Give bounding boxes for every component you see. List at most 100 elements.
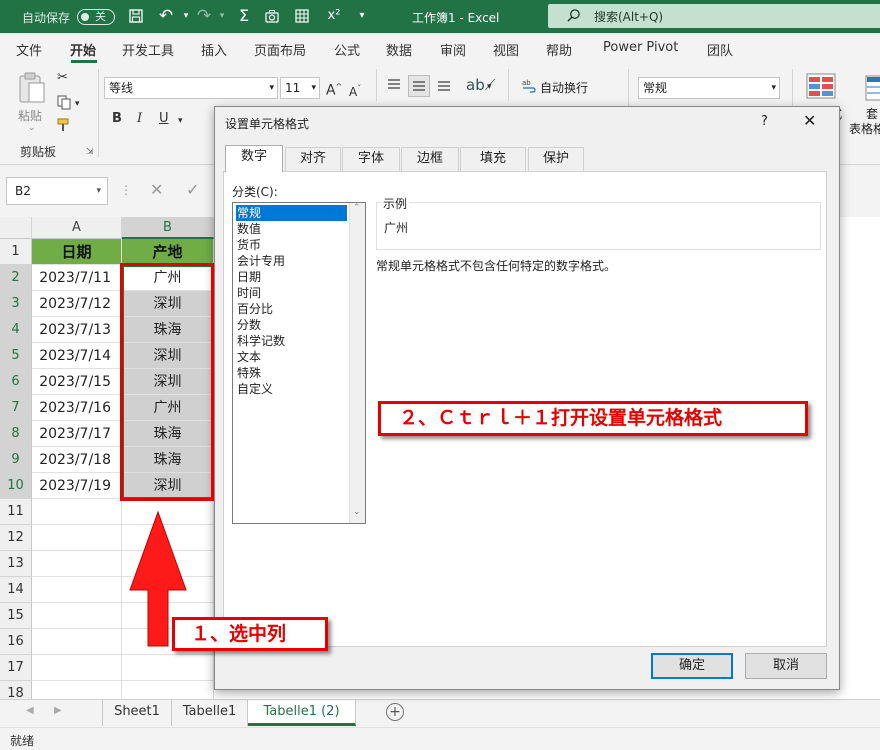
date-cell[interactable]: 2023/7/13 bbox=[32, 317, 122, 343]
orientation-dropdown-icon[interactable]: ▾ bbox=[487, 78, 492, 96]
category-scrollbar[interactable]: ⌃ ⌄ bbox=[349, 203, 365, 523]
tab-border[interactable]: 边框 bbox=[401, 147, 459, 171]
date-cell[interactable]: 2023/7/18 bbox=[32, 447, 122, 473]
category-item[interactable]: 科学记数 bbox=[236, 333, 285, 349]
add-sheet-icon[interactable]: + bbox=[386, 703, 404, 721]
row-header[interactable]: 16 bbox=[0, 629, 32, 655]
empty-cell[interactable] bbox=[32, 551, 122, 577]
underline-button[interactable]: U bbox=[159, 110, 169, 128]
empty-cell[interactable] bbox=[32, 629, 122, 655]
row-header[interactable]: 1 bbox=[0, 239, 32, 265]
row-header[interactable]: 17 bbox=[0, 655, 32, 681]
close-icon[interactable]: ✕ bbox=[803, 111, 816, 130]
help-button[interactable]: ? bbox=[761, 114, 768, 129]
category-item[interactable]: 特殊 bbox=[236, 365, 261, 381]
undo-icon[interactable]: ↶ bbox=[158, 8, 174, 25]
header-cell-date[interactable]: 日期 bbox=[32, 239, 122, 265]
menu-home[interactable]: 开始 bbox=[70, 40, 96, 59]
row-header[interactable]: 5 bbox=[0, 343, 32, 369]
ok-button[interactable]: 确定 bbox=[651, 653, 733, 679]
row-header[interactable]: 10 bbox=[0, 473, 32, 499]
autosave-toggle[interactable]: 关 bbox=[77, 9, 115, 25]
menu-view[interactable]: 视图 bbox=[493, 40, 519, 59]
tab-protection[interactable]: 保护 bbox=[528, 147, 584, 171]
date-cell[interactable]: 2023/7/17 bbox=[32, 421, 122, 447]
menu-file[interactable]: 文件 bbox=[16, 40, 42, 59]
sheet-tab-sheet1[interactable]: Sheet1 bbox=[102, 700, 172, 726]
copy-dropdown-icon[interactable]: ▾ bbox=[75, 95, 80, 113]
category-item[interactable]: 常规 bbox=[236, 205, 347, 221]
tab-fill[interactable]: 填充 bbox=[460, 147, 526, 171]
increase-font-size-icon[interactable]: A^ bbox=[326, 78, 342, 100]
row-header[interactable]: 3 bbox=[0, 291, 32, 317]
empty-cell[interactable] bbox=[122, 655, 214, 681]
superscript-icon[interactable]: x² bbox=[326, 8, 342, 24]
empty-cell[interactable] bbox=[32, 577, 122, 603]
scroll-up-icon[interactable]: ⌃ bbox=[353, 203, 361, 213]
camera-icon[interactable] bbox=[264, 8, 280, 24]
wrap-text-label[interactable]: 自动换行 bbox=[540, 79, 588, 96]
customize-toolbar-icon[interactable]: ▾ bbox=[354, 8, 370, 24]
name-box[interactable]: B2 ▾ bbox=[6, 177, 108, 205]
category-item[interactable]: 会计专用 bbox=[236, 253, 285, 269]
search-box[interactable]: 搜索(Alt+Q) bbox=[548, 4, 880, 28]
category-item[interactable]: 货币 bbox=[236, 237, 261, 253]
menu-insert[interactable]: 插入 bbox=[201, 40, 227, 59]
menu-data[interactable]: 数据 bbox=[386, 40, 412, 59]
cut-icon[interactable]: ✂ bbox=[57, 69, 68, 87]
redo-dropdown-icon[interactable]: ▾ bbox=[214, 8, 230, 24]
date-cell[interactable]: 2023/7/14 bbox=[32, 343, 122, 369]
category-item[interactable]: 日期 bbox=[236, 269, 261, 285]
date-cell[interactable]: 2023/7/12 bbox=[32, 291, 122, 317]
cancel-entry-icon[interactable]: ✕ bbox=[150, 180, 163, 199]
conditional-format-icon[interactable] bbox=[806, 73, 836, 102]
row-header[interactable]: 14 bbox=[0, 577, 32, 603]
format-painter-icon[interactable] bbox=[56, 117, 72, 139]
column-header-a[interactable]: A bbox=[32, 217, 122, 239]
row-header[interactable]: 6 bbox=[0, 369, 32, 395]
date-cell[interactable]: 2023/7/19 bbox=[32, 473, 122, 499]
row-header[interactable]: 12 bbox=[0, 525, 32, 551]
empty-cell[interactable] bbox=[32, 655, 122, 681]
format-as-table-label-2[interactable]: 表格格 bbox=[849, 120, 880, 137]
paste-dropdown-icon[interactable]: ⌄ bbox=[28, 123, 36, 133]
decrease-font-size-icon[interactable]: Aˇ bbox=[349, 80, 361, 101]
menu-review[interactable]: 审阅 bbox=[440, 40, 466, 59]
category-item[interactable]: 分数 bbox=[236, 317, 261, 333]
format-as-table-icon[interactable] bbox=[865, 75, 880, 104]
scroll-left-icon[interactable]: ◀ bbox=[26, 705, 34, 716]
confirm-entry-icon[interactable]: ✓ bbox=[186, 180, 199, 199]
category-item[interactable]: 文本 bbox=[236, 349, 261, 365]
column-header-b[interactable]: B bbox=[122, 217, 214, 239]
row-header[interactable]: 9 bbox=[0, 447, 32, 473]
scroll-right-icon[interactable]: ▶ bbox=[54, 705, 62, 716]
tab-font[interactable]: 字体 bbox=[342, 147, 400, 171]
row-header[interactable]: 2 bbox=[0, 265, 32, 291]
row-header[interactable]: 8 bbox=[0, 421, 32, 447]
date-cell[interactable]: 2023/7/11 bbox=[32, 265, 122, 291]
category-item[interactable]: 数值 bbox=[236, 221, 261, 237]
autosum-icon[interactable]: Σ bbox=[236, 8, 252, 24]
redo-icon[interactable]: ↷ bbox=[196, 8, 212, 25]
align-middle-icon[interactable] bbox=[408, 75, 430, 97]
row-header[interactable]: 15 bbox=[0, 603, 32, 629]
paste-icon[interactable] bbox=[16, 71, 48, 105]
row-header[interactable]: 11 bbox=[0, 499, 32, 525]
empty-cell[interactable] bbox=[32, 525, 122, 551]
tab-alignment[interactable]: 对齐 bbox=[285, 147, 341, 171]
empty-cell[interactable] bbox=[32, 603, 122, 629]
category-item[interactable]: 百分比 bbox=[236, 301, 273, 317]
menu-team[interactable]: 团队 bbox=[707, 40, 733, 59]
menu-formulas[interactable]: 公式 bbox=[334, 40, 360, 59]
row-header[interactable]: 7 bbox=[0, 395, 32, 421]
date-cell[interactable]: 2023/7/15 bbox=[32, 369, 122, 395]
font-size-select[interactable]: 11 ▾ bbox=[280, 77, 320, 99]
undo-dropdown-icon[interactable]: ▾ bbox=[178, 8, 194, 24]
menu-help[interactable]: 帮助 bbox=[546, 40, 572, 59]
align-bottom-icon[interactable] bbox=[436, 77, 452, 99]
italic-button[interactable]: I bbox=[137, 110, 142, 128]
cancel-button[interactable]: 取消 bbox=[745, 653, 827, 679]
scroll-down-icon[interactable]: ⌄ bbox=[353, 507, 361, 517]
date-cell[interactable]: 2023/7/16 bbox=[32, 395, 122, 421]
tab-number[interactable]: 数字 bbox=[225, 145, 283, 172]
